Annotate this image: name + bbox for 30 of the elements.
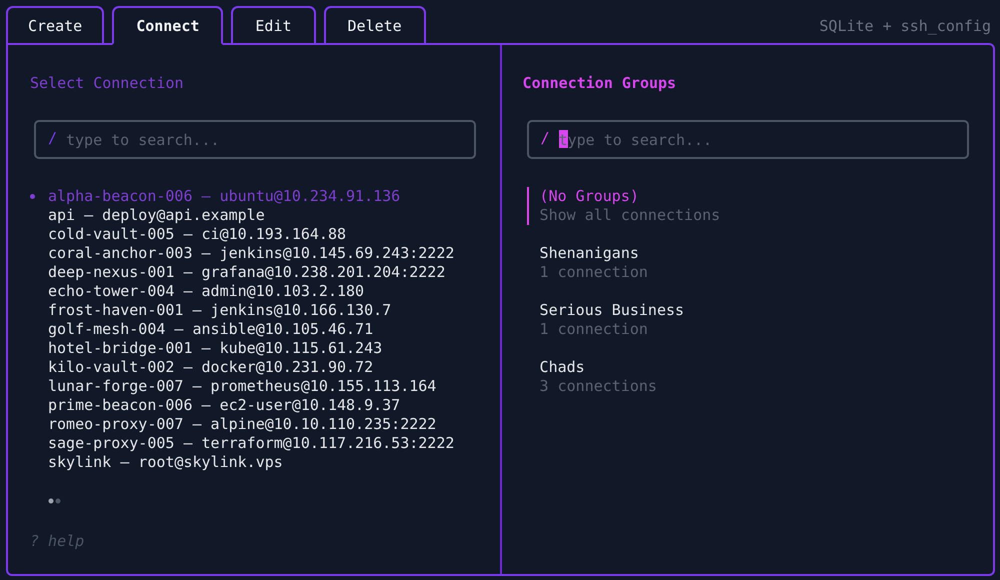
- source-label: SQLite + ssh_config: [819, 17, 992, 37]
- connection-item[interactable]: frost-haven-001 – jenkins@10.166.130.7: [30, 301, 476, 320]
- connection-item[interactable]: romeo-proxy-007 – alpine@10.10.110.235:2222: [30, 415, 476, 434]
- group-item[interactable]: Serious Business 1 connection: [526, 301, 969, 339]
- connection-item[interactable]: deep-nexus-001 – grafana@10.238.201.204:2222: [30, 263, 476, 282]
- tab[interactable]: Create: [6, 6, 104, 43]
- connection-item[interactable]: hotel-bridge-001 – kube@10.115.61.243: [30, 339, 476, 358]
- search-prefix: /: [540, 129, 550, 148]
- connection-item[interactable]: prime-beacon-006 – ec2-user@10.148.9.37: [30, 396, 476, 415]
- connection-item[interactable]: skylink – root@skylink.vps: [30, 453, 476, 472]
- tab[interactable]: Delete: [324, 6, 426, 43]
- tab[interactable]: Edit: [231, 6, 316, 43]
- group-item[interactable]: Shenanigans 1 connection: [526, 244, 969, 282]
- tab[interactable]: Connect: [112, 6, 224, 45]
- connection-item[interactable]: golf-mesh-004 – ansible@10.105.46.71: [30, 320, 476, 339]
- connection-item[interactable]: sage-proxy-005 – terraform@10.117.216.53:2222: [30, 434, 476, 453]
- group-item[interactable]: (No Groups) Show all connections: [526, 187, 969, 225]
- group-item[interactable]: Chads 3 connections: [526, 358, 969, 396]
- help-hint: ? help: [30, 532, 86, 550]
- connection-item[interactable]: cold-vault-005 – ci@10.193.164.88: [30, 225, 476, 244]
- search-prefix: /: [48, 129, 58, 148]
- pagination-dots-icon: [47, 497, 63, 505]
- panel-title: Select Connection: [30, 73, 185, 93]
- connection-item[interactable]: lunar-forge-007 – prometheus@10.155.113.164: [30, 377, 476, 396]
- connection-item[interactable]: echo-tower-004 – admin@10.103.2.180: [30, 282, 476, 301]
- connection-item[interactable]: api – deploy@api.example: [30, 206, 476, 225]
- connection-item[interactable]: kilo-vault-002 – docker@10.231.90.72: [30, 358, 476, 377]
- selection-dot-icon: [30, 194, 35, 199]
- connection-item[interactable]: coral-anchor-003 – jenkins@10.145.69.243:2222: [30, 244, 476, 263]
- panel-title: Connection Groups: [522, 73, 678, 93]
